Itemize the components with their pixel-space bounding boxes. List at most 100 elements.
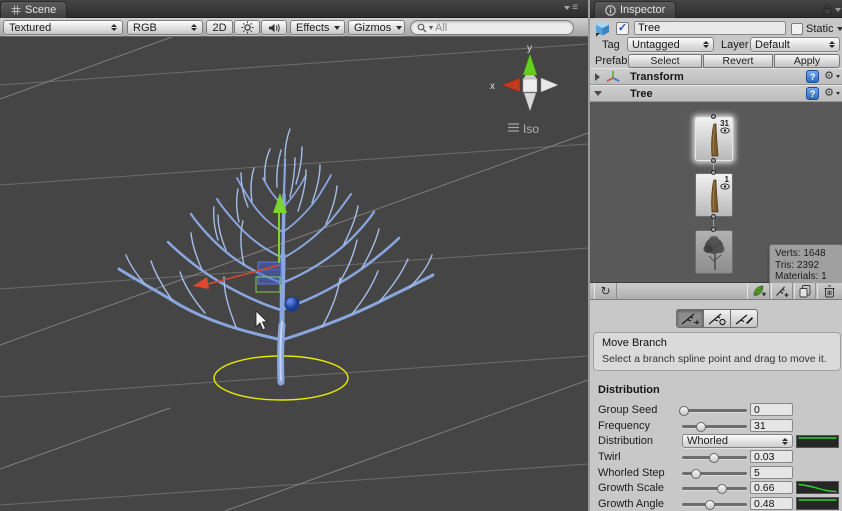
branch-spline-point[interactable] [284,296,300,312]
growth-scale-curve-preview[interactable] [796,481,839,494]
projection-menu-icon[interactable] [508,123,519,132]
whorled-step-slider[interactable] [682,468,747,479]
gameobject-cube-icon[interactable] [594,20,611,37]
popup-arrows-icon [111,24,117,31]
tab-scene[interactable]: Scene [0,1,68,18]
layer-dropdown[interactable]: Default [750,37,840,52]
twirl-value-field[interactable] [750,450,793,463]
slider-knob[interactable] [717,483,728,494]
group-seed-value-field[interactable] [750,403,793,416]
prefab-revert-button[interactable]: Revert [703,54,773,68]
distribution-curve-preview[interactable] [796,434,839,448]
tree-editor-toolbar: ↻ [590,283,842,300]
growth-angle-value-field[interactable] [750,497,793,510]
static-caret-icon[interactable] [837,27,842,31]
node-socket[interactable] [711,227,716,232]
distribution-mode-dropdown[interactable]: Whorled [682,434,793,448]
eye-icon[interactable] [720,127,730,134]
axis-cone-y[interactable] [522,53,538,76]
node-socket[interactable] [711,158,716,163]
view-cube-top[interactable] [523,75,537,79]
help-icon[interactable]: ? [806,87,820,100]
caret-down-icon [396,25,403,30]
prefab-apply-button[interactable]: Apply [774,54,840,68]
refresh-button[interactable]: ↻ [594,283,617,299]
tool-help-description: Select a branch spline point and drag to… [602,353,827,365]
scene-viewport[interactable]: y x Iso [0,37,588,511]
delete-node-button[interactable] [817,283,840,299]
tree-object[interactable] [117,128,435,386]
gizmos-dropdown[interactable]: Gizmos [348,20,405,35]
eye-icon[interactable] [720,183,730,190]
axis-cone-x[interactable] [501,77,521,93]
search-filter-caret-icon[interactable] [429,25,433,30]
lock-icon[interactable] [823,4,832,15]
caret-down-icon [334,25,341,30]
scene-search-input[interactable]: All [410,20,574,35]
inspector-menu-caret-icon[interactable] [835,8,841,12]
stat-verts: Verts: 1648 [775,248,826,259]
view-cube[interactable] [522,78,538,93]
duplicate-node-button[interactable] [794,283,816,299]
prefab-select-button[interactable]: Select [628,54,702,68]
tag-dropdown[interactable]: Untagged [627,37,714,52]
rotate-branch-tool-button[interactable] [704,310,731,327]
gameobject-name-input[interactable] [634,21,786,35]
static-label: Static [806,23,834,35]
tree-component-header[interactable]: Tree ? ⚙ [590,85,842,102]
static-checkbox[interactable] [791,23,803,35]
view-orientation-gizmo[interactable]: y x Iso [490,43,559,136]
audio-toggle-button[interactable] [261,20,287,35]
gear-icon[interactable]: ⚙ [824,88,834,99]
lighting-toggle-button[interactable] [234,20,260,35]
help-icon[interactable]: ? [806,70,820,83]
2d-toggle-button[interactable]: 2D [206,20,233,35]
foldout-arrow-icon[interactable] [594,91,602,96]
frequency-slider[interactable] [682,421,747,432]
move-gizmo-arrow-x[interactable] [193,277,209,289]
render-channel-dropdown[interactable]: RGB [127,20,203,35]
inspector-tab-label: Inspector [620,4,666,16]
foldout-arrow-icon[interactable] [595,72,600,81]
slider-knob[interactable] [678,405,689,416]
group-seed-slider[interactable] [678,405,747,416]
active-checkbox[interactable]: ✓ [616,22,629,35]
node-socket[interactable] [711,214,716,219]
whorled-step-value-field[interactable] [750,466,793,479]
slider-knob[interactable] [691,468,702,479]
axis-cone-right[interactable] [540,77,559,93]
growth-scale-value-field[interactable] [750,481,793,494]
growth-scale-slider[interactable] [682,483,747,494]
panel-menu-icon[interactable]: ≡ [564,3,578,13]
add-branch-group-button[interactable] [771,283,793,299]
node-socket[interactable] [711,114,716,119]
add-leaf-group-button[interactable] [747,283,770,299]
slider-knob[interactable] [704,499,715,510]
growth-angle-curve-preview[interactable] [796,497,839,510]
mouse-cursor [255,310,268,331]
effects-dropdown[interactable]: Effects [290,20,345,35]
tree-root-node[interactable] [695,230,733,274]
node-socket[interactable] [711,170,716,175]
branch-group-node[interactable]: 1 [695,173,733,217]
slider-knob[interactable] [695,421,706,432]
twirl-slider[interactable] [682,452,747,463]
grid-icon [11,5,21,15]
growth-angle-slider[interactable] [682,499,747,510]
tree-hierarchy-editor[interactable]: 31 1 Verts: 1648 Tris: 2392 Materials: 1 [590,102,842,287]
tab-inspector[interactable]: Inspector [594,1,677,18]
slider-knob[interactable] [708,452,719,463]
grid-lines [0,43,588,506]
axis-cone-down[interactable] [523,92,537,112]
gear-icon[interactable]: ⚙ [824,71,834,82]
frequency-value-field[interactable] [750,419,793,432]
projection-label[interactable]: Iso [523,122,539,136]
shading-mode-dropdown[interactable]: Textured [3,20,123,35]
tree-title: Tree [630,87,653,100]
draw-branch-tool-button[interactable] [731,310,757,327]
move-branch-tool-button[interactable] [677,310,704,327]
tool-help-box: Move Branch Select a branch spline point… [593,332,841,371]
branch-group-node-selected[interactable]: 31 [695,117,733,161]
mesh-stats-tooltip: Verts: 1648 Tris: 2392 Materials: 1 [769,244,842,287]
transform-component-header[interactable]: Transform ? ⚙ [590,68,842,85]
